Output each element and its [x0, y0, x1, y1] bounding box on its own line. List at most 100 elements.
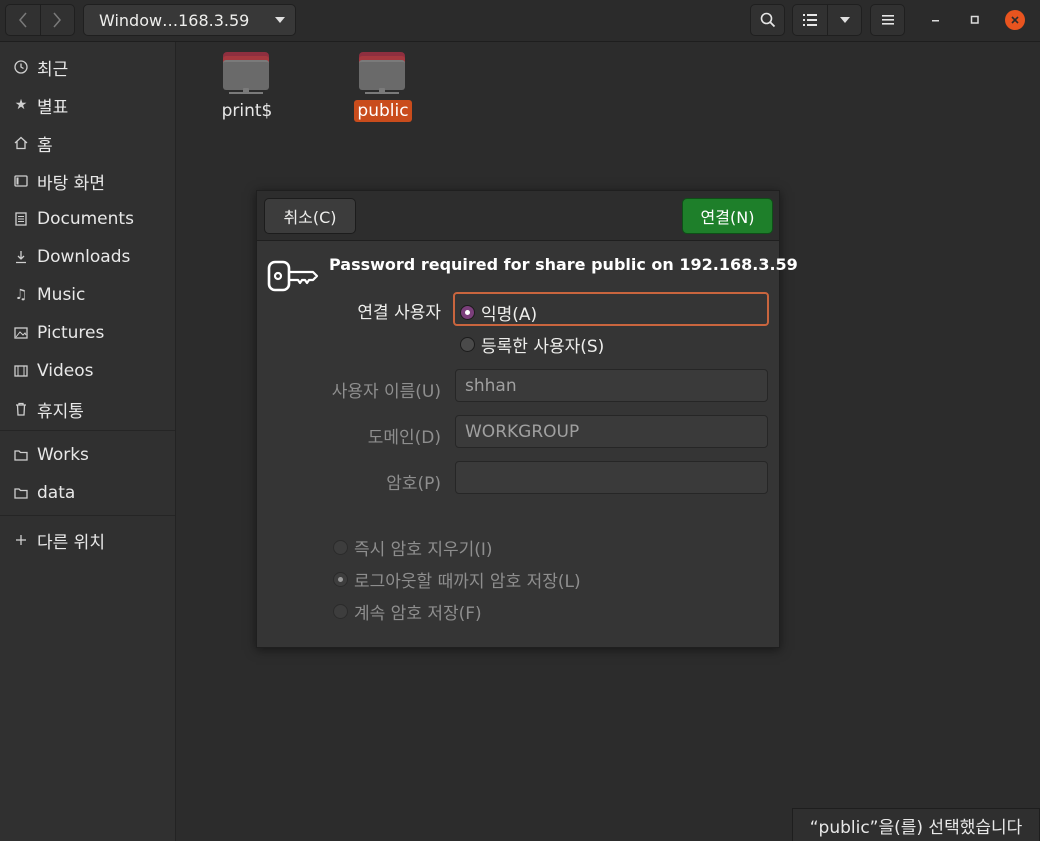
search-button[interactable]: [750, 4, 785, 36]
sidebar-item-trash[interactable]: 휴지통: [0, 391, 175, 427]
sidebar-item-downloads[interactable]: Downloads: [0, 239, 175, 275]
sidebar-item-label: data: [37, 483, 76, 503]
registered-user-radio[interactable]: 등록한 사용자(S): [460, 332, 604, 357]
sidebar-item-label: 홈: [37, 135, 53, 156]
anonymous-radio[interactable]: 익명(A): [460, 300, 537, 325]
radio-unchecked-icon: [460, 337, 475, 352]
view-toggle-group: [792, 4, 862, 36]
video-icon: [12, 362, 30, 380]
view-options-button[interactable]: [828, 5, 861, 35]
forget-immediately-label: 즉시 암호 지우기(I): [354, 540, 493, 560]
sidebar-item-videos[interactable]: Videos: [0, 353, 175, 389]
download-icon: [12, 248, 30, 266]
back-button[interactable]: [6, 5, 40, 35]
remember-until-logout-label: 로그아웃할 때까지 암호 저장(L): [354, 572, 581, 592]
domain-label: 도메인(D): [367, 428, 441, 448]
sidebar-divider: [0, 430, 175, 431]
folder-item-print[interactable]: print$: [207, 52, 287, 122]
radio-unchecked-icon: [333, 604, 348, 619]
list-view-button[interactable]: [793, 5, 828, 35]
maximize-icon: [970, 15, 979, 24]
dialog-header: 취소(C) 연결(N): [257, 191, 779, 241]
password-label: 암호(P): [386, 474, 441, 494]
username-value: shhan: [465, 375, 517, 396]
radio-unchecked-icon: [333, 540, 348, 555]
chevron-down-icon: [839, 17, 850, 23]
main-menu-button[interactable]: [870, 4, 905, 36]
dialog-title: Password required for share public on 19…: [329, 255, 798, 274]
sidebar-item-other-locations[interactable]: 다른 위치: [0, 522, 175, 558]
sidebar-item-label: Downloads: [37, 247, 131, 267]
chevron-right-icon: [53, 12, 62, 28]
chevron-left-icon: [18, 12, 27, 28]
places-sidebar: 최근 ★ 별표 홈 바탕 화면 Documents Downloads ♫ Mu…: [0, 42, 176, 841]
minimize-button[interactable]: [926, 10, 946, 30]
forward-button[interactable]: [39, 5, 75, 35]
sidebar-item-label: 별표: [37, 97, 69, 118]
folder-label: public: [354, 100, 412, 122]
maximize-button[interactable]: [965, 10, 985, 30]
forget-immediately-radio[interactable]: 즉시 암호 지우기(I): [333, 535, 493, 560]
radio-checked-icon: [333, 572, 348, 587]
sidebar-item-recent[interactable]: 최근: [0, 49, 175, 85]
folder-item-public[interactable]: public: [343, 52, 423, 122]
remember-forever-radio[interactable]: 계속 암호 저장(F): [333, 599, 482, 624]
sidebar-item-label: 다른 위치: [37, 532, 105, 553]
sidebar-item-label: 휴지통: [37, 401, 84, 422]
sidebar-item-label: Documents: [37, 209, 134, 229]
clock-icon: [12, 58, 30, 76]
desktop-icon: [12, 172, 30, 190]
sidebar-item-home[interactable]: 홈: [0, 125, 175, 161]
remember-until-logout-radio[interactable]: 로그아웃할 때까지 암호 저장(L): [333, 567, 581, 592]
header-bar: Window…168.3.59: [0, 0, 1040, 42]
folder-label: print$: [221, 101, 273, 121]
sidebar-item-label: Videos: [37, 361, 94, 381]
key-icon: [267, 260, 319, 292]
domain-value: WORKGROUP: [465, 421, 580, 442]
folder-icon: [12, 484, 30, 502]
sidebar-divider: [0, 515, 175, 516]
anonymous-label: 익명(A): [481, 305, 538, 325]
document-icon: [12, 210, 30, 228]
trash-icon: [12, 400, 30, 418]
location-path-button[interactable]: Window…168.3.59: [83, 4, 296, 36]
sidebar-item-pictures[interactable]: Pictures: [0, 315, 175, 351]
sidebar-item-label: Music: [37, 285, 86, 305]
password-dialog: 취소(C) 연결(N) Password required for share …: [256, 190, 798, 648]
remember-forever-label: 계속 암호 저장(F): [354, 604, 482, 624]
close-icon: [1011, 16, 1019, 24]
sidebar-item-label: 최근: [37, 59, 69, 80]
sidebar-item-documents[interactable]: Documents: [0, 201, 175, 237]
star-icon: ★: [14, 97, 28, 113]
radio-checked-icon: [460, 305, 475, 320]
sidebar-item-label: Works: [37, 445, 89, 465]
username-field[interactable]: shhan: [455, 369, 768, 402]
status-toast: “public”을(를) 선택했습니다: [792, 808, 1040, 841]
path-label: Window…168.3.59: [99, 10, 250, 30]
music-icon: ♫: [14, 287, 28, 303]
navigation-buttons: [5, 4, 75, 36]
password-field[interactable]: [455, 461, 768, 494]
sidebar-item-music[interactable]: ♫ Music: [0, 277, 175, 313]
network-folder-icon: [223, 52, 271, 96]
cancel-button[interactable]: 취소(C): [264, 198, 356, 234]
plus-icon: [12, 531, 30, 549]
sidebar-item-label: 바탕 화면: [37, 173, 105, 194]
hamburger-menu-icon: [881, 15, 894, 25]
sidebar-item-data[interactable]: data: [0, 475, 175, 511]
search-icon: [760, 12, 775, 28]
folder-icon: [12, 446, 30, 464]
domain-field[interactable]: WORKGROUP: [455, 415, 768, 448]
sidebar-item-starred[interactable]: ★ 별표: [0, 87, 175, 123]
network-folder-icon: [359, 52, 407, 96]
registered-user-label: 등록한 사용자(S): [481, 337, 605, 357]
sidebar-item-label: Pictures: [37, 323, 105, 343]
connect-as-label: 연결 사용자: [357, 303, 441, 323]
connect-button[interactable]: 연결(N): [682, 198, 773, 234]
close-button[interactable]: [1005, 10, 1025, 30]
sidebar-item-desktop[interactable]: 바탕 화면: [0, 163, 175, 199]
chevron-down-icon: [265, 17, 295, 23]
sidebar-item-works[interactable]: Works: [0, 437, 175, 473]
home-icon: [12, 134, 30, 152]
list-view-icon: [803, 14, 817, 26]
